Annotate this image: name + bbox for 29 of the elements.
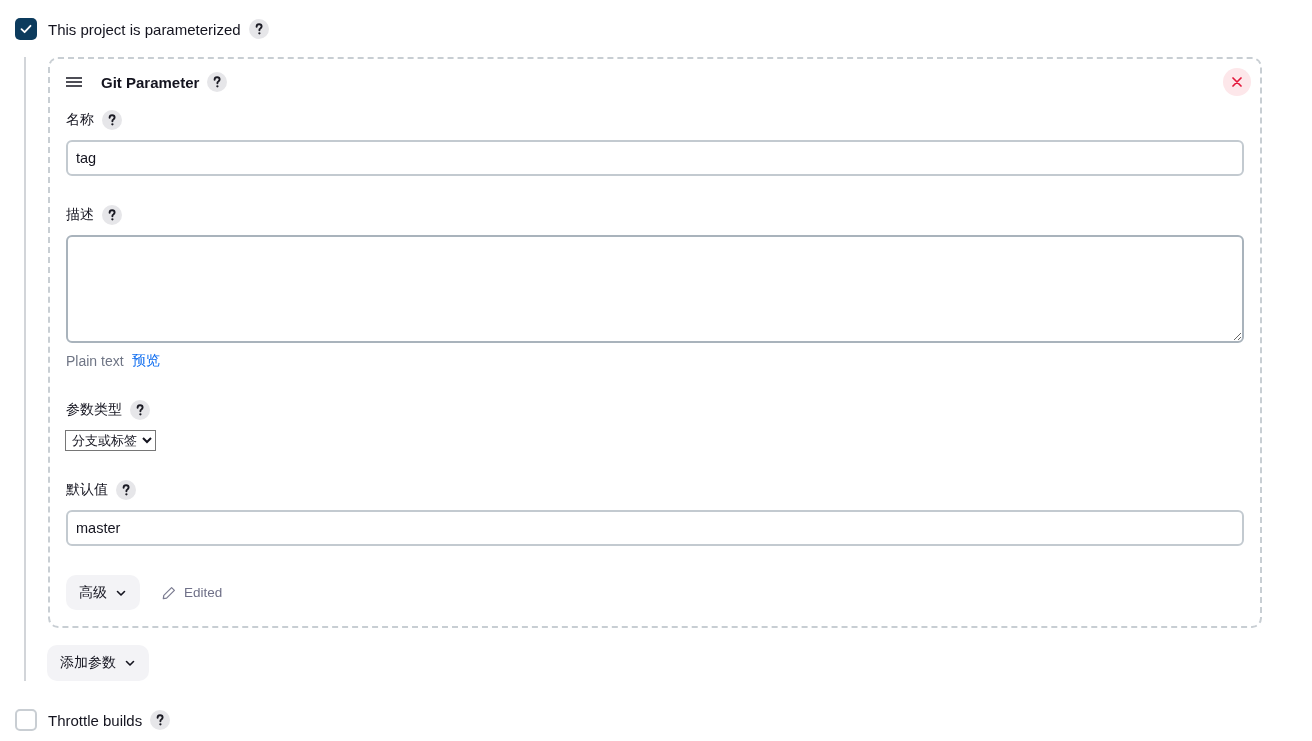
help-icon[interactable] xyxy=(102,205,122,225)
help-icon[interactable] xyxy=(150,710,171,730)
close-icon xyxy=(1232,77,1242,87)
drag-handle-icon[interactable] xyxy=(66,76,82,88)
field-label: 名称 xyxy=(66,111,94,129)
help-icon[interactable] xyxy=(248,19,269,39)
parameter-title: Git Parameter xyxy=(101,73,200,91)
text-input[interactable]: tag xyxy=(66,140,1244,176)
field-label: 默认值 xyxy=(66,481,108,499)
checkbox[interactable] xyxy=(15,18,37,40)
help-icon[interactable] xyxy=(102,110,122,130)
help-icon[interactable] xyxy=(207,72,228,92)
pencil-icon xyxy=(162,585,176,600)
add-parameter-button[interactable]: 添加参数 xyxy=(47,645,149,681)
close-button[interactable] xyxy=(1223,68,1251,96)
type-select[interactable]: 分支或标签 xyxy=(65,430,156,451)
checkbox-label: This project is parameterized xyxy=(48,20,241,38)
preview-link[interactable]: 预览 xyxy=(131,352,160,370)
help-icon[interactable] xyxy=(130,400,150,420)
field-label: 描述 xyxy=(66,206,94,224)
text-input[interactable]: master xyxy=(66,510,1244,546)
advanced-button[interactable]: 高级 xyxy=(66,575,140,610)
checkbox-label: Throttle builds xyxy=(48,711,143,729)
checkbox[interactable] xyxy=(15,709,37,731)
edited-label: Edited xyxy=(184,585,223,600)
format-note: Plain text xyxy=(66,353,124,369)
check-icon xyxy=(20,24,32,34)
field-label: 参数类型 xyxy=(66,401,122,419)
help-icon[interactable] xyxy=(116,480,136,500)
